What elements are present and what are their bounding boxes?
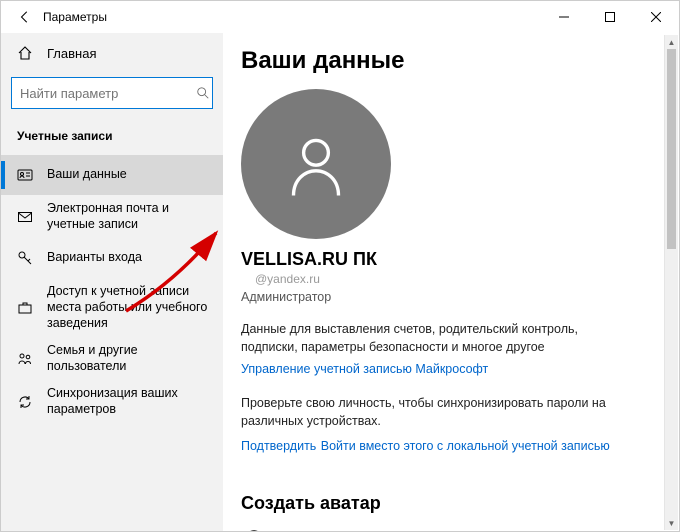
billing-blurb: Данные для выставления счетов, родительс… bbox=[241, 320, 621, 356]
manage-account-link[interactable]: Управление учетной записью Майкрософт bbox=[241, 362, 488, 376]
briefcase-icon bbox=[17, 300, 33, 316]
nav-email-accounts[interactable]: Электронная почта и учетные записи bbox=[1, 195, 223, 238]
mail-icon bbox=[17, 209, 33, 225]
scroll-down-arrow[interactable]: ▼ bbox=[665, 516, 678, 530]
account-username: VELLISA.RU ПК bbox=[241, 249, 651, 270]
avatar-section-heading: Создать аватар bbox=[241, 493, 651, 514]
nav-work-access[interactable]: Доступ к учетной записи места работы или… bbox=[1, 278, 223, 337]
search-input[interactable] bbox=[20, 86, 196, 101]
camera-icon bbox=[243, 528, 265, 532]
verify-blurb: Проверьте свою личность, чтобы синхрониз… bbox=[241, 394, 621, 430]
scroll-up-arrow[interactable]: ▲ bbox=[665, 35, 678, 49]
titlebar: Параметры bbox=[1, 1, 679, 33]
home-link[interactable]: Главная bbox=[1, 35, 223, 71]
page-title: Ваши данные bbox=[241, 47, 651, 75]
key-icon bbox=[17, 250, 33, 266]
nav-your-info[interactable]: Ваши данные bbox=[1, 155, 223, 195]
verify-link[interactable]: Подтвердить bbox=[241, 439, 316, 453]
nav-family[interactable]: Семья и другие пользователи bbox=[1, 337, 223, 380]
minimize-button[interactable] bbox=[541, 1, 587, 33]
camera-option[interactable]: Камера bbox=[241, 528, 651, 532]
person-card-icon bbox=[17, 167, 33, 183]
nav-label: Синхронизация ваших параметров bbox=[47, 386, 213, 417]
nav-label: Ваши данные bbox=[47, 167, 213, 183]
nav-label: Варианты входа bbox=[47, 250, 213, 266]
scroll-thumb[interactable] bbox=[667, 49, 676, 249]
main-content: Ваши данные VELLISA.RU ПК @yandex.ru Адм… bbox=[223, 33, 679, 531]
category-header: Учетные записи bbox=[1, 123, 223, 155]
window-title: Параметры bbox=[39, 10, 541, 24]
avatar bbox=[241, 89, 391, 239]
search-box[interactable] bbox=[11, 77, 213, 109]
account-email: @yandex.ru bbox=[241, 272, 651, 286]
nav-signin-options[interactable]: Варианты входа bbox=[1, 238, 223, 278]
nav-list: Ваши данные Электронная почта и учетные … bbox=[1, 155, 223, 424]
local-account-link[interactable]: Войти вместо этого с локальной учетной з… bbox=[321, 439, 610, 453]
account-role: Администратор bbox=[241, 290, 651, 304]
search-icon bbox=[196, 86, 210, 100]
window-controls bbox=[541, 1, 679, 33]
people-icon bbox=[17, 351, 33, 367]
sync-icon bbox=[17, 394, 33, 410]
nav-label: Семья и другие пользователи bbox=[47, 343, 213, 374]
home-icon bbox=[17, 45, 33, 61]
nav-sync[interactable]: Синхронизация ваших параметров bbox=[1, 380, 223, 423]
nav-label: Доступ к учетной записи места работы или… bbox=[47, 284, 213, 331]
maximize-button[interactable] bbox=[587, 1, 633, 33]
nav-label: Электронная почта и учетные записи bbox=[47, 201, 213, 232]
close-button[interactable] bbox=[633, 1, 679, 33]
sidebar: Главная Учетные записи Ваши данные Элект… bbox=[1, 33, 223, 531]
vertical-scrollbar[interactable]: ▲ ▼ bbox=[664, 35, 678, 530]
back-button[interactable] bbox=[11, 10, 39, 24]
home-label: Главная bbox=[47, 46, 96, 61]
